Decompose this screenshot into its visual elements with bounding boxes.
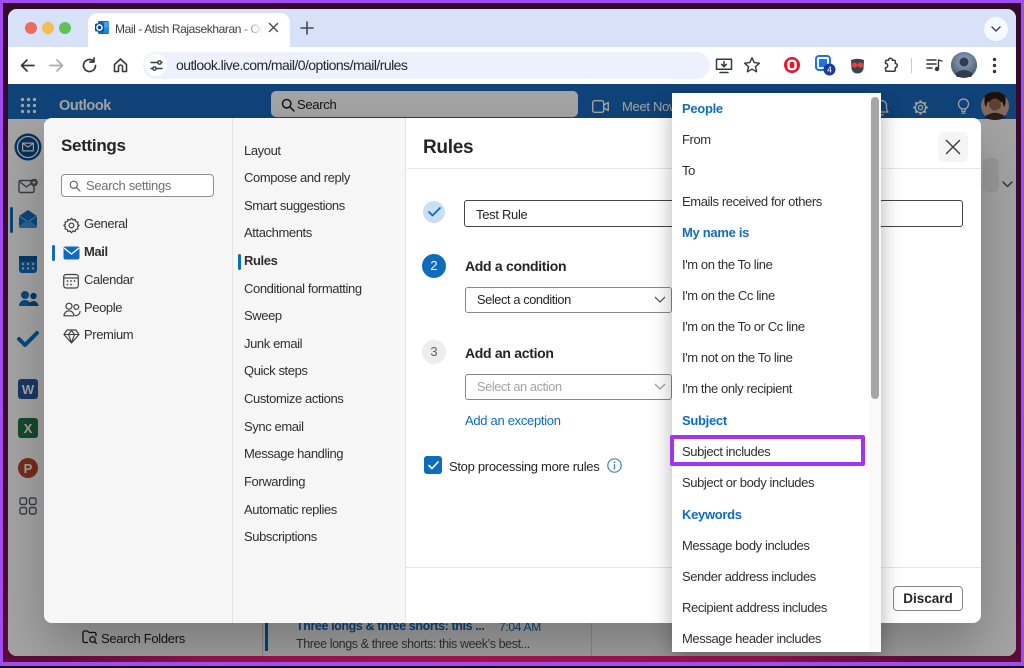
svg-text:4: 4 <box>827 65 832 75</box>
